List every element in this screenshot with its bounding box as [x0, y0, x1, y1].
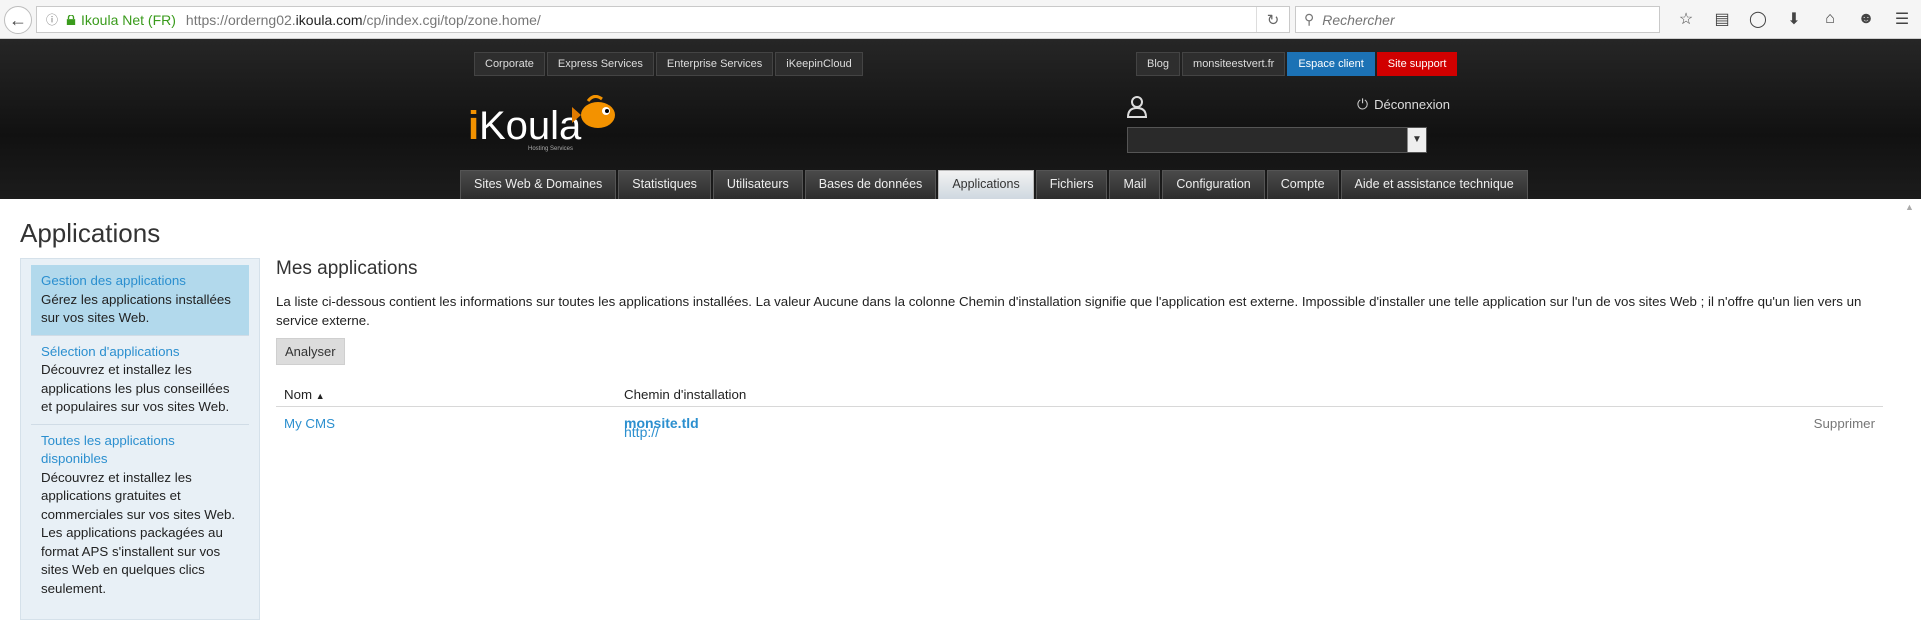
logout-label: Déconnexion: [1374, 97, 1450, 112]
tab-compte[interactable]: Compte: [1266, 170, 1339, 199]
table-header: Nom ▲ Chemin d'installation: [276, 379, 1883, 407]
tab-aide-assistance[interactable]: Aide et assistance technique: [1340, 170, 1528, 199]
bookmark-star-icon[interactable]: ☆: [1668, 6, 1704, 32]
espace-client-button[interactable]: Espace client: [1287, 52, 1375, 76]
tab-applications[interactable]: Applications: [938, 170, 1034, 199]
sidebar-item-selection[interactable]: Sélection d'applications Découvrez et in…: [31, 336, 249, 425]
analyze-button[interactable]: Analyser: [276, 338, 345, 365]
logout-link[interactable]: ⏻ Déconnexion: [1357, 96, 1450, 113]
sidebar: Gestion des applications Gérez les appli…: [20, 258, 260, 620]
intro-text: La liste ci-dessous contient les informa…: [276, 294, 1862, 328]
site-header: Corporate Express Services Enterprise Se…: [0, 39, 1921, 199]
tab-bases-de-donnees[interactable]: Bases de données: [804, 170, 937, 199]
sidebar-item-desc: Découvrez et installez les applications …: [41, 362, 230, 414]
browser-search-box[interactable]: ⚲: [1295, 6, 1660, 33]
main-nav: Sites Web & Domaines Statistiques Utilis…: [460, 170, 1530, 199]
chat-icon[interactable]: ☻: [1848, 6, 1884, 32]
topnav-express-services[interactable]: Express Services: [546, 52, 654, 76]
address-bar[interactable]: ⓘ Ikoula Net (FR) https://orderng02.ikou…: [36, 6, 1290, 33]
reload-icon[interactable]: ↻: [1256, 7, 1289, 32]
menu-icon[interactable]: ☰: [1884, 6, 1920, 32]
pocket-icon[interactable]: ◯: [1740, 6, 1776, 32]
install-path-link[interactable]: http://monsite.tld: [624, 415, 699, 440]
sidebar-item-toutes[interactable]: Toutes les applications disponibles Déco…: [31, 425, 249, 606]
sidebar-item-desc: Gérez les applications installées sur vo…: [41, 291, 231, 326]
sidebar-item-gestion[interactable]: Gestion des applications Gérez les appli…: [31, 265, 249, 336]
tab-configuration[interactable]: Configuration: [1162, 170, 1265, 199]
url-text[interactable]: https://orderng02.ikoula.com/cp/index.cg…: [186, 12, 541, 28]
tab-mail[interactable]: Mail: [1109, 170, 1161, 199]
tab-fichiers[interactable]: Fichiers: [1035, 170, 1108, 199]
table-row: My CMS http://monsite.tld Supprimer: [276, 407, 1883, 440]
sidebar-item-link[interactable]: Gestion des applications: [41, 272, 239, 291]
logo-i: i: [468, 104, 479, 148]
scroll-up-arrow-icon[interactable]: ▲: [1905, 202, 1914, 212]
tab-statistiques[interactable]: Statistiques: [618, 170, 711, 199]
logo-fish-icon: [581, 102, 615, 128]
user-icon[interactable]: [1127, 96, 1147, 118]
browser-search-input[interactable]: [1320, 10, 1645, 29]
topnav-blog[interactable]: Blog: [1136, 52, 1181, 76]
lock-icon: [66, 14, 76, 25]
topnav-right: Blog monsiteestvert.fr Espace client Sit…: [1136, 52, 1459, 76]
section-heading: Mes applications: [276, 258, 418, 279]
power-icon: ⏻: [1357, 96, 1369, 112]
home-icon[interactable]: ⌂: [1812, 6, 1848, 32]
site-identity[interactable]: Ikoula Net (FR): [81, 12, 176, 28]
topnav-ikeepincloud[interactable]: iKeepinCloud: [775, 52, 863, 76]
browser-toolbar: ← ⓘ Ikoula Net (FR) https://orderng02.ik…: [0, 0, 1921, 39]
search-icon: ⚲: [1304, 11, 1315, 27]
page-title: Applications: [20, 218, 161, 248]
main-content: Mes applications La liste ci-dessous con…: [276, 258, 1886, 440]
logo-koula: Koula: [479, 104, 582, 148]
sidebar-item-link[interactable]: Toutes les applications disponibles: [41, 432, 239, 469]
topnav-left: Corporate Express Services Enterprise Se…: [474, 52, 865, 76]
subscription-select[interactable]: ▼: [1127, 127, 1427, 153]
topnav-enterprise-services[interactable]: Enterprise Services: [655, 52, 774, 76]
logo-tagline: Hosting Services: [528, 146, 573, 152]
info-icon[interactable]: ⓘ: [43, 11, 61, 28]
download-icon[interactable]: ⬇: [1776, 6, 1812, 32]
topnav-monsiteestvert[interactable]: monsiteestvert.fr: [1182, 52, 1286, 76]
sidebar-item-desc: Découvrez et installez les applications …: [41, 469, 236, 596]
sidebar-item-link[interactable]: Sélection d'applications: [41, 343, 239, 362]
ikoula-logo[interactable]: i Koula Hosting Services: [468, 95, 628, 157]
app-name-link[interactable]: My CMS: [284, 416, 335, 431]
reading-list-icon[interactable]: ▤: [1704, 6, 1740, 32]
delete-link[interactable]: Supprimer: [1814, 416, 1875, 431]
column-header-path[interactable]: Chemin d'installation: [624, 387, 746, 402]
tab-sites-web-domaines[interactable]: Sites Web & Domaines: [460, 170, 617, 199]
chevron-down-icon[interactable]: ▼: [1407, 128, 1426, 152]
topnav-corporate[interactable]: Corporate: [474, 52, 545, 76]
sort-ascending-icon: ▲: [315, 391, 325, 401]
applications-table: Nom ▲ Chemin d'installation My CMS http:…: [276, 379, 1883, 440]
tab-utilisateurs[interactable]: Utilisateurs: [712, 170, 803, 199]
site-support-button[interactable]: Site support: [1376, 52, 1458, 76]
back-arrow-icon[interactable]: ←: [4, 6, 32, 34]
column-header-name[interactable]: Nom ▲: [284, 387, 325, 402]
